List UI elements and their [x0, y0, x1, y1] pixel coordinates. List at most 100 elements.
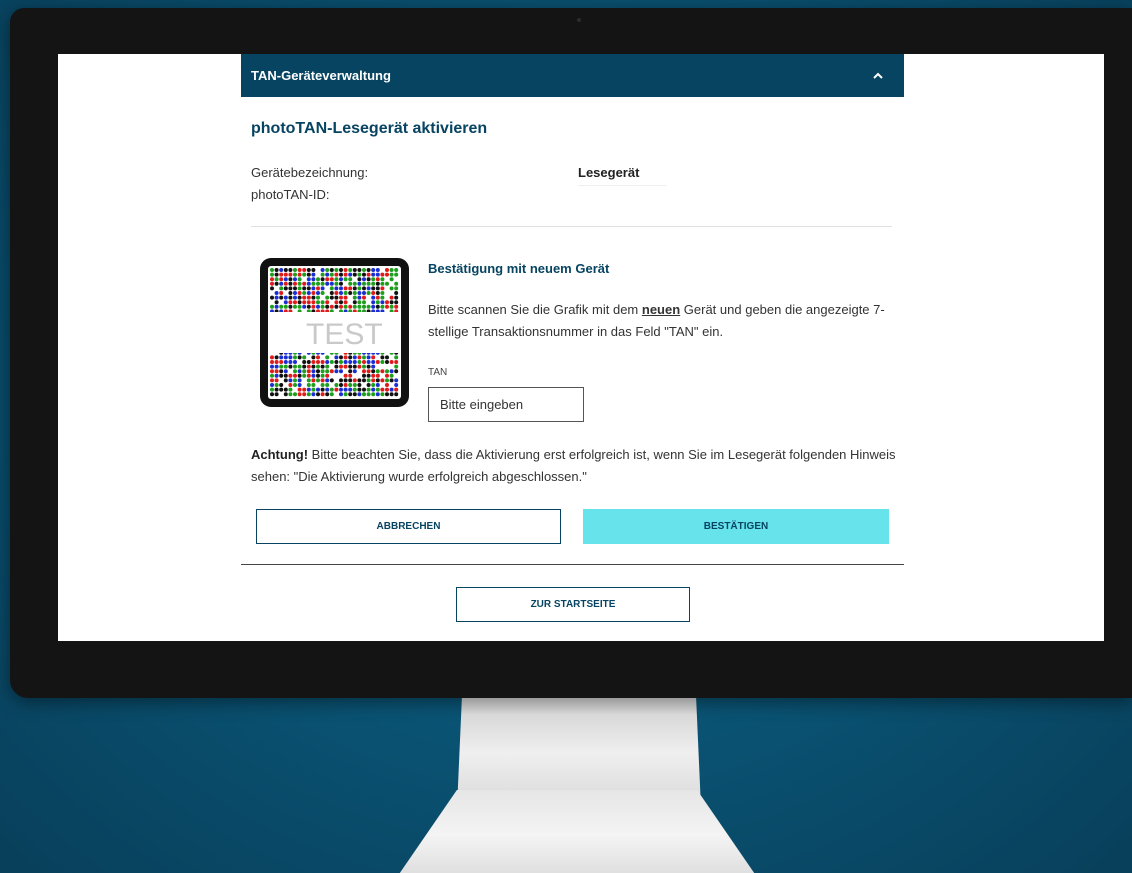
phototan-dot: [297, 295, 302, 300]
phototan-dot: [329, 281, 334, 286]
phototan-dot: [329, 369, 334, 374]
phototan-dot: [339, 286, 343, 291]
phototan-dot: [293, 295, 297, 300]
phototan-dot: [362, 392, 366, 397]
phototan-dot: [375, 300, 380, 305]
phototan-dot: [274, 369, 279, 374]
phototan-dot: [283, 360, 288, 364]
phototan-dot: [366, 360, 371, 364]
phototan-dot: [375, 291, 380, 295]
phototan-dot: [311, 355, 316, 360]
phototan-dot: [293, 304, 297, 309]
phototan-dot: [348, 277, 353, 282]
phototan-dot: [274, 277, 279, 282]
phototan-dot: [270, 360, 274, 364]
phototan-dot: [343, 364, 348, 369]
phototan-dot: [375, 373, 380, 378]
phototan-dot: [329, 304, 334, 309]
phototan-dot: [371, 387, 376, 392]
phototan-dot: [334, 304, 339, 309]
phototan-dot: [288, 268, 293, 272]
phototan-dot: [366, 286, 371, 291]
tan-input[interactable]: [428, 387, 584, 422]
phototan-dot: [283, 277, 288, 282]
phototan-dot: [270, 355, 274, 360]
phototan-dot: [394, 378, 399, 383]
phototan-dot: [389, 304, 394, 309]
phototan-dot: [279, 383, 284, 387]
phototan-dot: [329, 392, 334, 397]
phototan-dot: [385, 300, 389, 305]
phototan-dot: [357, 268, 362, 272]
phototan-dot: [357, 392, 362, 397]
phototan-dot: [320, 360, 325, 364]
phototan-dot: [279, 369, 284, 374]
phototan-dot: [389, 272, 394, 277]
phototan-dot: [385, 268, 389, 272]
phototan-dot: [302, 304, 307, 309]
phototan-dot: [293, 272, 297, 277]
phototan-dot: [316, 291, 320, 295]
phototan-dot: [279, 360, 284, 364]
phototan-dot: [283, 373, 288, 378]
phototan-dot: [371, 291, 376, 295]
phototan-dot: [385, 387, 389, 392]
phototan-dot: [339, 364, 343, 369]
phototan-dot: [279, 272, 284, 277]
section-title: photoTAN-Lesegerät aktivieren: [251, 120, 488, 137]
phototan-dot: [357, 304, 362, 309]
phototan-dot: [394, 286, 399, 291]
phototan-dot: [362, 364, 366, 369]
chevron-up-icon[interactable]: [872, 70, 884, 82]
phototan-dot: [371, 304, 376, 309]
phototan-dot: [311, 360, 316, 364]
phototan-dot: [394, 383, 399, 387]
phototan-dot: [283, 286, 288, 291]
phototan-dot: [316, 295, 320, 300]
phototan-dot: [339, 291, 343, 295]
confirm-button[interactable]: BESTÄTIGEN: [583, 509, 889, 544]
phototan-dot: [279, 281, 284, 286]
phototan-dot: [270, 383, 274, 387]
phototan-dot: [270, 277, 274, 282]
phototan-dot: [380, 304, 385, 309]
phototan-dot: [389, 295, 394, 300]
phototan-dot: [352, 355, 357, 360]
instruction-text: Bitte scannen Sie die Grafik mit dem: [428, 302, 642, 317]
phototan-dot: [288, 286, 293, 291]
panel-title: TAN-Geräteverwaltung: [251, 68, 391, 83]
phototan-dot: [320, 304, 325, 309]
phototan-dot: [371, 364, 376, 369]
phototan-dot: [371, 360, 376, 364]
phototan-graphic-frame: TEST: [260, 258, 409, 407]
phototan-dot: [306, 392, 311, 397]
phototan-dot: [362, 291, 366, 295]
phototan-dot: [352, 364, 357, 369]
phototan-dot: [343, 295, 348, 300]
phototan-dot: [283, 355, 288, 360]
phototan-dot: [288, 295, 293, 300]
phototan-dot: [362, 295, 366, 300]
phototan-dot: [302, 281, 307, 286]
phototan-dot: [348, 392, 353, 397]
phototan-dot: [334, 387, 339, 392]
phototan-dot: [371, 286, 376, 291]
phototan-dot: [316, 277, 320, 282]
phototan-dot: [270, 387, 274, 392]
cancel-button[interactable]: ABBRECHEN: [256, 509, 561, 544]
phototan-dot: [385, 392, 389, 397]
phototan-dot: [343, 387, 348, 392]
home-button[interactable]: ZUR STARTSEITE: [456, 587, 690, 622]
panel-header[interactable]: TAN-Geräteverwaltung: [241, 54, 904, 97]
phototan-dot: [343, 286, 348, 291]
phototan-dot: [371, 373, 376, 378]
phototan-dot: [279, 373, 284, 378]
phototan-dot: [362, 286, 366, 291]
phototan-dot: [302, 387, 307, 392]
phototan-dot: [302, 300, 307, 305]
phototan-dot: [348, 268, 353, 272]
phototan-dot: [348, 291, 353, 295]
phototan-dot: [293, 300, 297, 305]
phototan-id-label: photoTAN-ID:: [251, 187, 330, 202]
phototan-dot: [348, 281, 353, 286]
